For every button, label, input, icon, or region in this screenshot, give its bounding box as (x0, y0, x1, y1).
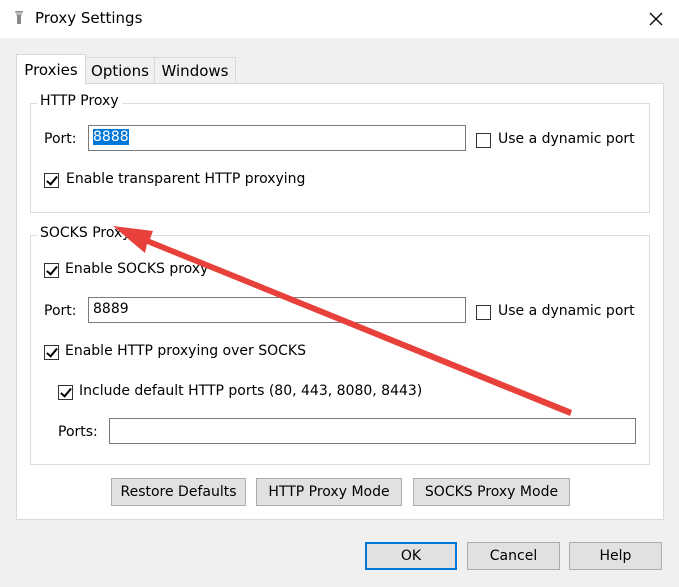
http-port-label: Port: (44, 131, 77, 147)
help-button[interactable]: Help (569, 542, 662, 570)
cancel-label: Cancel (489, 548, 538, 564)
socks-proxy-mode-label: SOCKS Proxy Mode (424, 484, 559, 500)
socks-dynamic-port-label: Use a dynamic port (498, 303, 635, 319)
enable-socks-checkbox[interactable] (44, 263, 59, 278)
tab-proxies-label: Proxies (24, 61, 78, 79)
help-label: Help (599, 548, 632, 564)
tab-options[interactable]: Options (84, 57, 156, 84)
http-dynamic-port-label: Use a dynamic port (498, 131, 635, 147)
http-dynamic-port-checkbox[interactable] (476, 133, 491, 148)
ports-input[interactable] (109, 418, 636, 444)
transparent-proxying-label: Enable transparent HTTP proxying (66, 171, 306, 187)
ports-label: Ports: (58, 424, 98, 440)
http-proxy-mode-label: HTTP Proxy Mode (268, 484, 390, 500)
ok-label: OK (400, 548, 422, 564)
include-default-ports-label: Include default HTTP ports (80, 443, 808… (79, 383, 423, 399)
close-icon (649, 12, 663, 26)
http-over-socks-label: Enable HTTP proxying over SOCKS (65, 343, 306, 359)
enable-socks-label: Enable SOCKS proxy (65, 261, 209, 277)
restore-defaults-label: Restore Defaults (120, 484, 237, 500)
socks-proxy-group-title: SOCKS Proxy (37, 225, 134, 241)
proxies-tab-panel: HTTP Proxy Port: 8888 Use a dynamic port… (16, 83, 664, 520)
title-bar: Proxy Settings (0, 0, 679, 38)
include-default-ports-checkbox[interactable] (58, 385, 73, 400)
socks-port-input[interactable]: 8889 (88, 297, 466, 323)
window-title: Proxy Settings (35, 9, 143, 27)
transparent-proxying-checkbox[interactable] (44, 173, 59, 188)
restore-defaults-button[interactable]: Restore Defaults (111, 478, 246, 506)
http-proxy-group-title: HTTP Proxy (37, 93, 122, 109)
http-proxy-mode-button[interactable]: HTTP Proxy Mode (256, 478, 402, 506)
ok-button[interactable]: OK (365, 542, 457, 570)
http-port-value: 8888 (93, 129, 129, 145)
socks-dynamic-port-checkbox[interactable] (476, 305, 491, 320)
socks-port-label: Port: (44, 303, 77, 319)
tab-proxies[interactable]: Proxies (16, 54, 86, 85)
http-over-socks-checkbox[interactable] (44, 345, 59, 360)
close-button[interactable] (633, 0, 679, 38)
tab-windows-label: Windows (161, 62, 229, 80)
socks-proxy-group: SOCKS Proxy Enable SOCKS proxy Port: 888… (30, 225, 650, 465)
tab-options-label: Options (91, 62, 149, 80)
cancel-button[interactable]: Cancel (467, 542, 560, 570)
http-proxy-group: HTTP Proxy Port: 8888 Use a dynamic port… (30, 93, 650, 213)
tab-windows[interactable]: Windows (154, 57, 236, 84)
charles-app-icon (15, 11, 23, 24)
http-port-input[interactable]: 8888 (88, 125, 466, 151)
socks-port-value: 8889 (93, 301, 129, 317)
socks-proxy-mode-button[interactable]: SOCKS Proxy Mode (413, 478, 570, 506)
